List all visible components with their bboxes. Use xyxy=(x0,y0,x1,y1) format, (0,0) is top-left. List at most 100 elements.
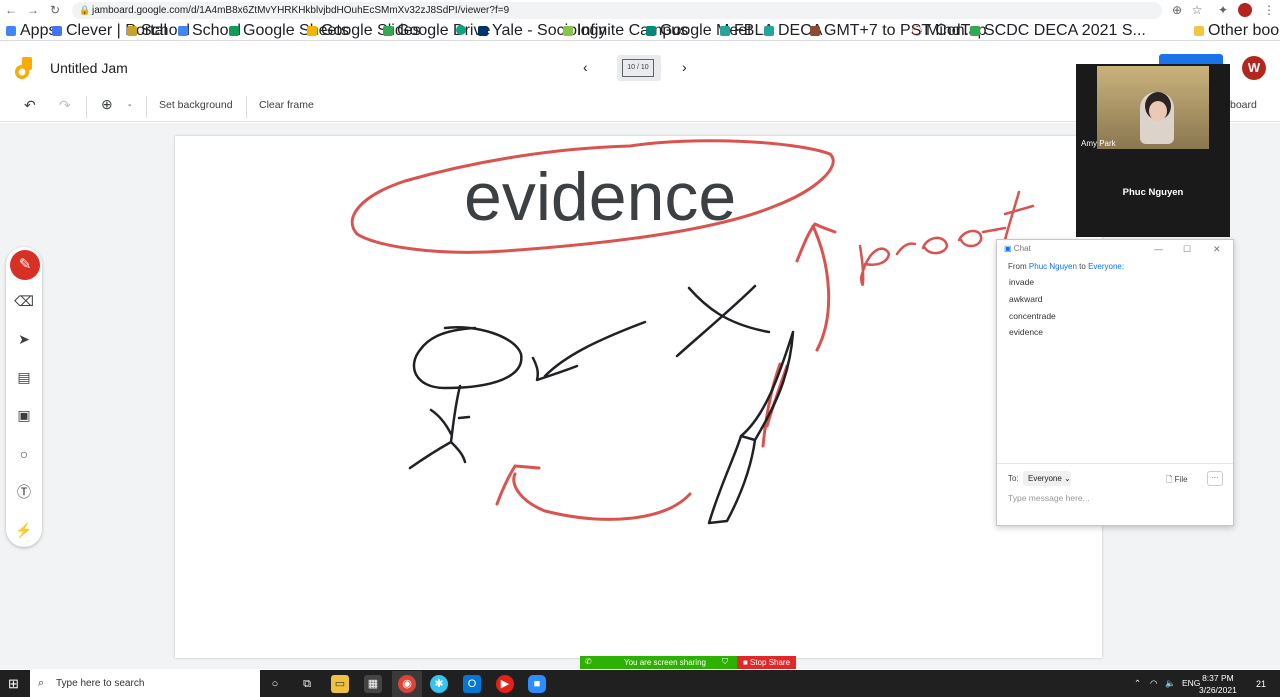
chevron-down-icon: ⌄ xyxy=(1064,474,1071,483)
folder-icon xyxy=(127,26,137,36)
chat-message: invade xyxy=(1009,277,1035,287)
apps-grid-icon xyxy=(6,26,16,36)
slides-icon xyxy=(307,26,317,36)
wifi-icon[interactable]: ◠ xyxy=(1150,678,1157,689)
toolbar-divider xyxy=(86,96,87,118)
pen-tool-icon[interactable]: ✎ xyxy=(10,250,40,280)
drive-icon xyxy=(383,26,393,36)
mindtap-icon xyxy=(912,26,922,36)
outlook-icon[interactable]: O xyxy=(463,675,481,693)
eraser-icon[interactable]: ⌫ xyxy=(14,291,34,311)
zoom-icon[interactable]: ⊕ xyxy=(1170,3,1184,17)
bookmark-grammarly[interactable] xyxy=(456,25,466,35)
folder-icon xyxy=(1194,26,1204,36)
chat-message: awkward xyxy=(1009,294,1043,304)
set-background-button[interactable]: Set background xyxy=(159,99,233,111)
close-icon[interactable]: ✕ xyxy=(1213,244,1221,255)
stop-share-button[interactable]: ■ Stop Share xyxy=(737,656,796,669)
grammarly-icon xyxy=(456,25,466,35)
toolbar-divider xyxy=(146,96,147,118)
volume-icon[interactable]: 🔈 xyxy=(1165,678,1176,689)
laser-icon[interactable]: ⚡ xyxy=(14,520,34,540)
campus-icon xyxy=(563,26,573,36)
drive-icon xyxy=(970,26,980,36)
language-indicator[interactable]: ENG xyxy=(1182,678,1200,688)
sheets-icon xyxy=(229,26,239,36)
chat-message-input[interactable]: Type message here... xyxy=(1008,493,1090,503)
cortana-icon[interactable]: ○ xyxy=(266,675,284,693)
file-button[interactable]: 🗋 File xyxy=(1166,474,1188,488)
red-up-arrow-stroke xyxy=(795,222,837,352)
chat-divider xyxy=(997,463,1233,464)
file-explorer-icon[interactable]: ▭ xyxy=(331,675,349,693)
forward-icon[interactable]: → xyxy=(26,3,40,17)
red-curved-arrow-stroke xyxy=(495,464,692,521)
url-field[interactable]: jamboard.google.com/d/1A4mB8x6ZtMvYHRKHk… xyxy=(72,2,1162,19)
bookmark-scdc-deca[interactable]: SCDC DECA 2021 S... xyxy=(970,23,1146,39)
reload-icon[interactable]: ↻ xyxy=(48,3,62,17)
maximize-icon[interactable]: ☐ xyxy=(1183,244,1191,255)
circle-shape-icon[interactable]: ○ xyxy=(14,444,34,464)
extensions-icon[interactable]: ✦ xyxy=(1216,3,1230,17)
next-frame-icon[interactable]: › xyxy=(682,59,687,75)
chat-title: ▣ Chat xyxy=(1004,244,1031,253)
docs-icon xyxy=(178,26,188,36)
zoom-app-icon[interactable]: ■ xyxy=(528,675,546,693)
back-icon[interactable]: ← xyxy=(4,3,18,17)
fbla-icon xyxy=(720,26,730,36)
minimize-icon[interactable]: — xyxy=(1154,244,1163,254)
store-icon[interactable]: ▦ xyxy=(364,675,382,693)
zoom-dropdown[interactable]: - xyxy=(128,99,132,111)
profile-avatar[interactable] xyxy=(1238,3,1252,17)
toolbar-divider xyxy=(246,96,247,118)
image-icon[interactable]: ▣ xyxy=(14,405,34,425)
account-avatar[interactable]: W xyxy=(1242,56,1266,80)
participant-face xyxy=(1149,101,1167,121)
share-status: You are screen sharing xyxy=(624,658,706,667)
black-x-stroke xyxy=(675,284,771,358)
clear-frame-button[interactable]: Clear frame xyxy=(259,99,314,111)
youtube-icon[interactable]: ▶ xyxy=(496,675,514,693)
chat-sender-line: From Phuc Nguyen to Everyone: xyxy=(1008,262,1125,271)
redo-icon[interactable]: ↷ xyxy=(59,97,71,114)
clock-date: 3/26/2021 xyxy=(1199,685,1237,695)
search-icon: ⌕ xyxy=(38,677,45,689)
taskbar-clock[interactable]: 8:37 PM 3/26/2021 xyxy=(1199,672,1237,696)
drawing-strokes[interactable] xyxy=(175,136,1102,658)
recipient-dropdown[interactable]: Everyone ⌄ xyxy=(1023,471,1071,486)
undo-icon[interactable]: ↶ xyxy=(24,97,36,114)
bookmark-apps[interactable]: Apps xyxy=(6,23,56,39)
chat-message: concentrade xyxy=(1009,311,1056,321)
windows-start-icon[interactable]: ⊞ xyxy=(8,676,19,692)
bookmark-drive[interactable]: Google Drive xyxy=(383,23,490,39)
jam-title[interactable]: Untitled Jam xyxy=(50,60,128,76)
menu-icon[interactable]: ⋮ xyxy=(1262,3,1276,17)
star-icon[interactable]: ☆ xyxy=(1190,3,1204,17)
participant-name: Phuc Nguyen xyxy=(1122,187,1184,198)
lock-icon: 🔒 xyxy=(79,5,91,15)
text-box-icon[interactable]: Ⓣ xyxy=(14,482,34,502)
notification-icon[interactable]: 21 xyxy=(1252,676,1270,692)
yale-icon xyxy=(478,26,488,36)
black-arrow-stroke xyxy=(531,320,647,382)
chrome-icon[interactable]: ◉ xyxy=(398,675,416,693)
taskbar-search[interactable]: Type here to search xyxy=(30,670,260,697)
zoom-icon[interactable]: ⊕ xyxy=(101,96,113,113)
clever-icon xyxy=(52,26,62,36)
stop-icon: ■ xyxy=(742,658,748,667)
shield-icon: ⛉ xyxy=(722,657,728,666)
deca-icon xyxy=(764,26,774,36)
sticky-note-icon[interactable]: ▤ xyxy=(14,367,34,387)
other-bookmarks[interactable]: Other bookmarks xyxy=(1194,23,1280,39)
tray-chevron-icon[interactable]: ⌃ xyxy=(1134,678,1141,689)
more-options-button[interactable]: ··· xyxy=(1207,471,1223,486)
meet-icon xyxy=(646,26,656,36)
chat-message: evidence xyxy=(1009,327,1044,337)
whiteboard-button-label[interactable]: board xyxy=(1230,99,1257,111)
phone-icon: ✆ xyxy=(585,657,592,666)
participant-caption: Amy Park xyxy=(1081,139,1116,148)
prev-frame-icon[interactable]: ‹ xyxy=(583,59,588,75)
slack-icon[interactable]: ✱ xyxy=(430,675,448,693)
select-cursor-icon[interactable]: ➤ xyxy=(14,329,34,349)
task-view-icon[interactable]: ⧉ xyxy=(298,675,316,693)
